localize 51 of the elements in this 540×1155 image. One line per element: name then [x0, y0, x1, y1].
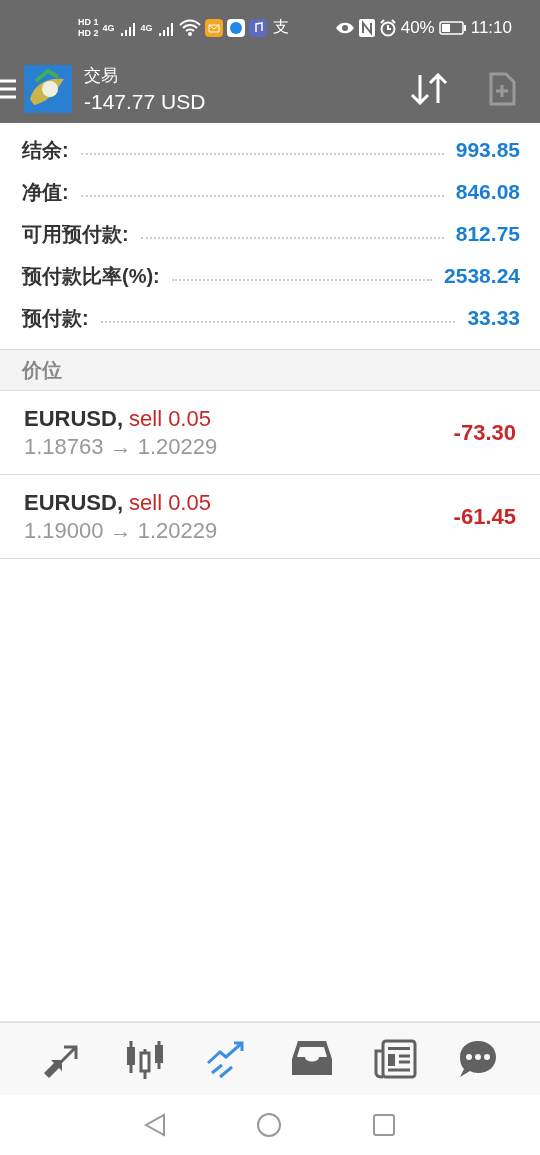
position-row[interactable]: EURUSD, sell 0.05 1.19000 → 1.20229 -61.45	[0, 475, 540, 559]
summary-value: 2538.24	[444, 264, 520, 288]
position-prices: 1.19000 → 1.20229	[24, 517, 219, 544]
home-button[interactable]	[256, 1112, 282, 1138]
mail-app-icon	[204, 18, 223, 37]
back-icon	[144, 1113, 166, 1137]
eye-icon	[334, 20, 355, 35]
sort-arrows-icon	[410, 73, 448, 105]
battery-percent: 40%	[400, 17, 435, 38]
summary-value: 993.85	[455, 138, 520, 162]
add-document-icon	[488, 72, 516, 106]
home-icon	[256, 1112, 282, 1138]
summary-label: 可用预付款:	[22, 221, 129, 247]
screen-title: 交易	[84, 65, 119, 87]
account-profit: -147.77 USD	[84, 90, 207, 114]
position-prices: 1.18763 → 1.20229	[24, 433, 219, 460]
summary-label: 预付款比率(%):	[22, 263, 160, 289]
recents-button[interactable]	[372, 1113, 396, 1137]
network-label: 4G	[140, 22, 153, 33]
back-button[interactable]	[144, 1113, 166, 1137]
summary-value: 812.75	[455, 222, 520, 246]
summary-value: 846.08	[455, 180, 520, 204]
menu-icon	[0, 78, 16, 100]
wifi-icon	[178, 18, 201, 37]
alarm-icon	[378, 18, 397, 37]
sim-label: HD 2	[78, 28, 99, 38]
summary-label: 预付款:	[22, 305, 89, 331]
position-row[interactable]: EURUSD, sell 0.05 1.18763 → 1.20229 -73.30	[0, 391, 540, 475]
position-order: sell 0.05	[129, 489, 211, 516]
nfc-icon	[358, 18, 375, 37]
position-profit: -73.30	[453, 419, 516, 446]
position-order: sell 0.05	[129, 405, 211, 432]
battery-icon	[438, 20, 467, 35]
position-symbol: EURUSD,	[24, 489, 123, 516]
recents-icon	[372, 1113, 396, 1137]
notification-glyph: 支	[272, 17, 289, 37]
newspaper-icon	[372, 1039, 417, 1079]
browser-app-icon	[226, 18, 245, 37]
sim-label: HD 1	[78, 17, 99, 27]
summary-label: 结余:	[22, 137, 69, 163]
summary-value: 33.33	[467, 306, 520, 330]
position-symbol: EURUSD,	[24, 405, 123, 432]
clock-time: 11:10	[470, 17, 512, 38]
summary-label: 净值:	[22, 179, 69, 205]
network-label: 4G	[102, 22, 115, 33]
menu-button[interactable]	[0, 78, 16, 100]
sort-button[interactable]	[410, 73, 448, 105]
music-app-icon	[248, 18, 267, 37]
section-title: 价位	[22, 357, 62, 383]
position-profit: -61.45	[453, 503, 516, 530]
app-logo-icon	[24, 65, 72, 113]
